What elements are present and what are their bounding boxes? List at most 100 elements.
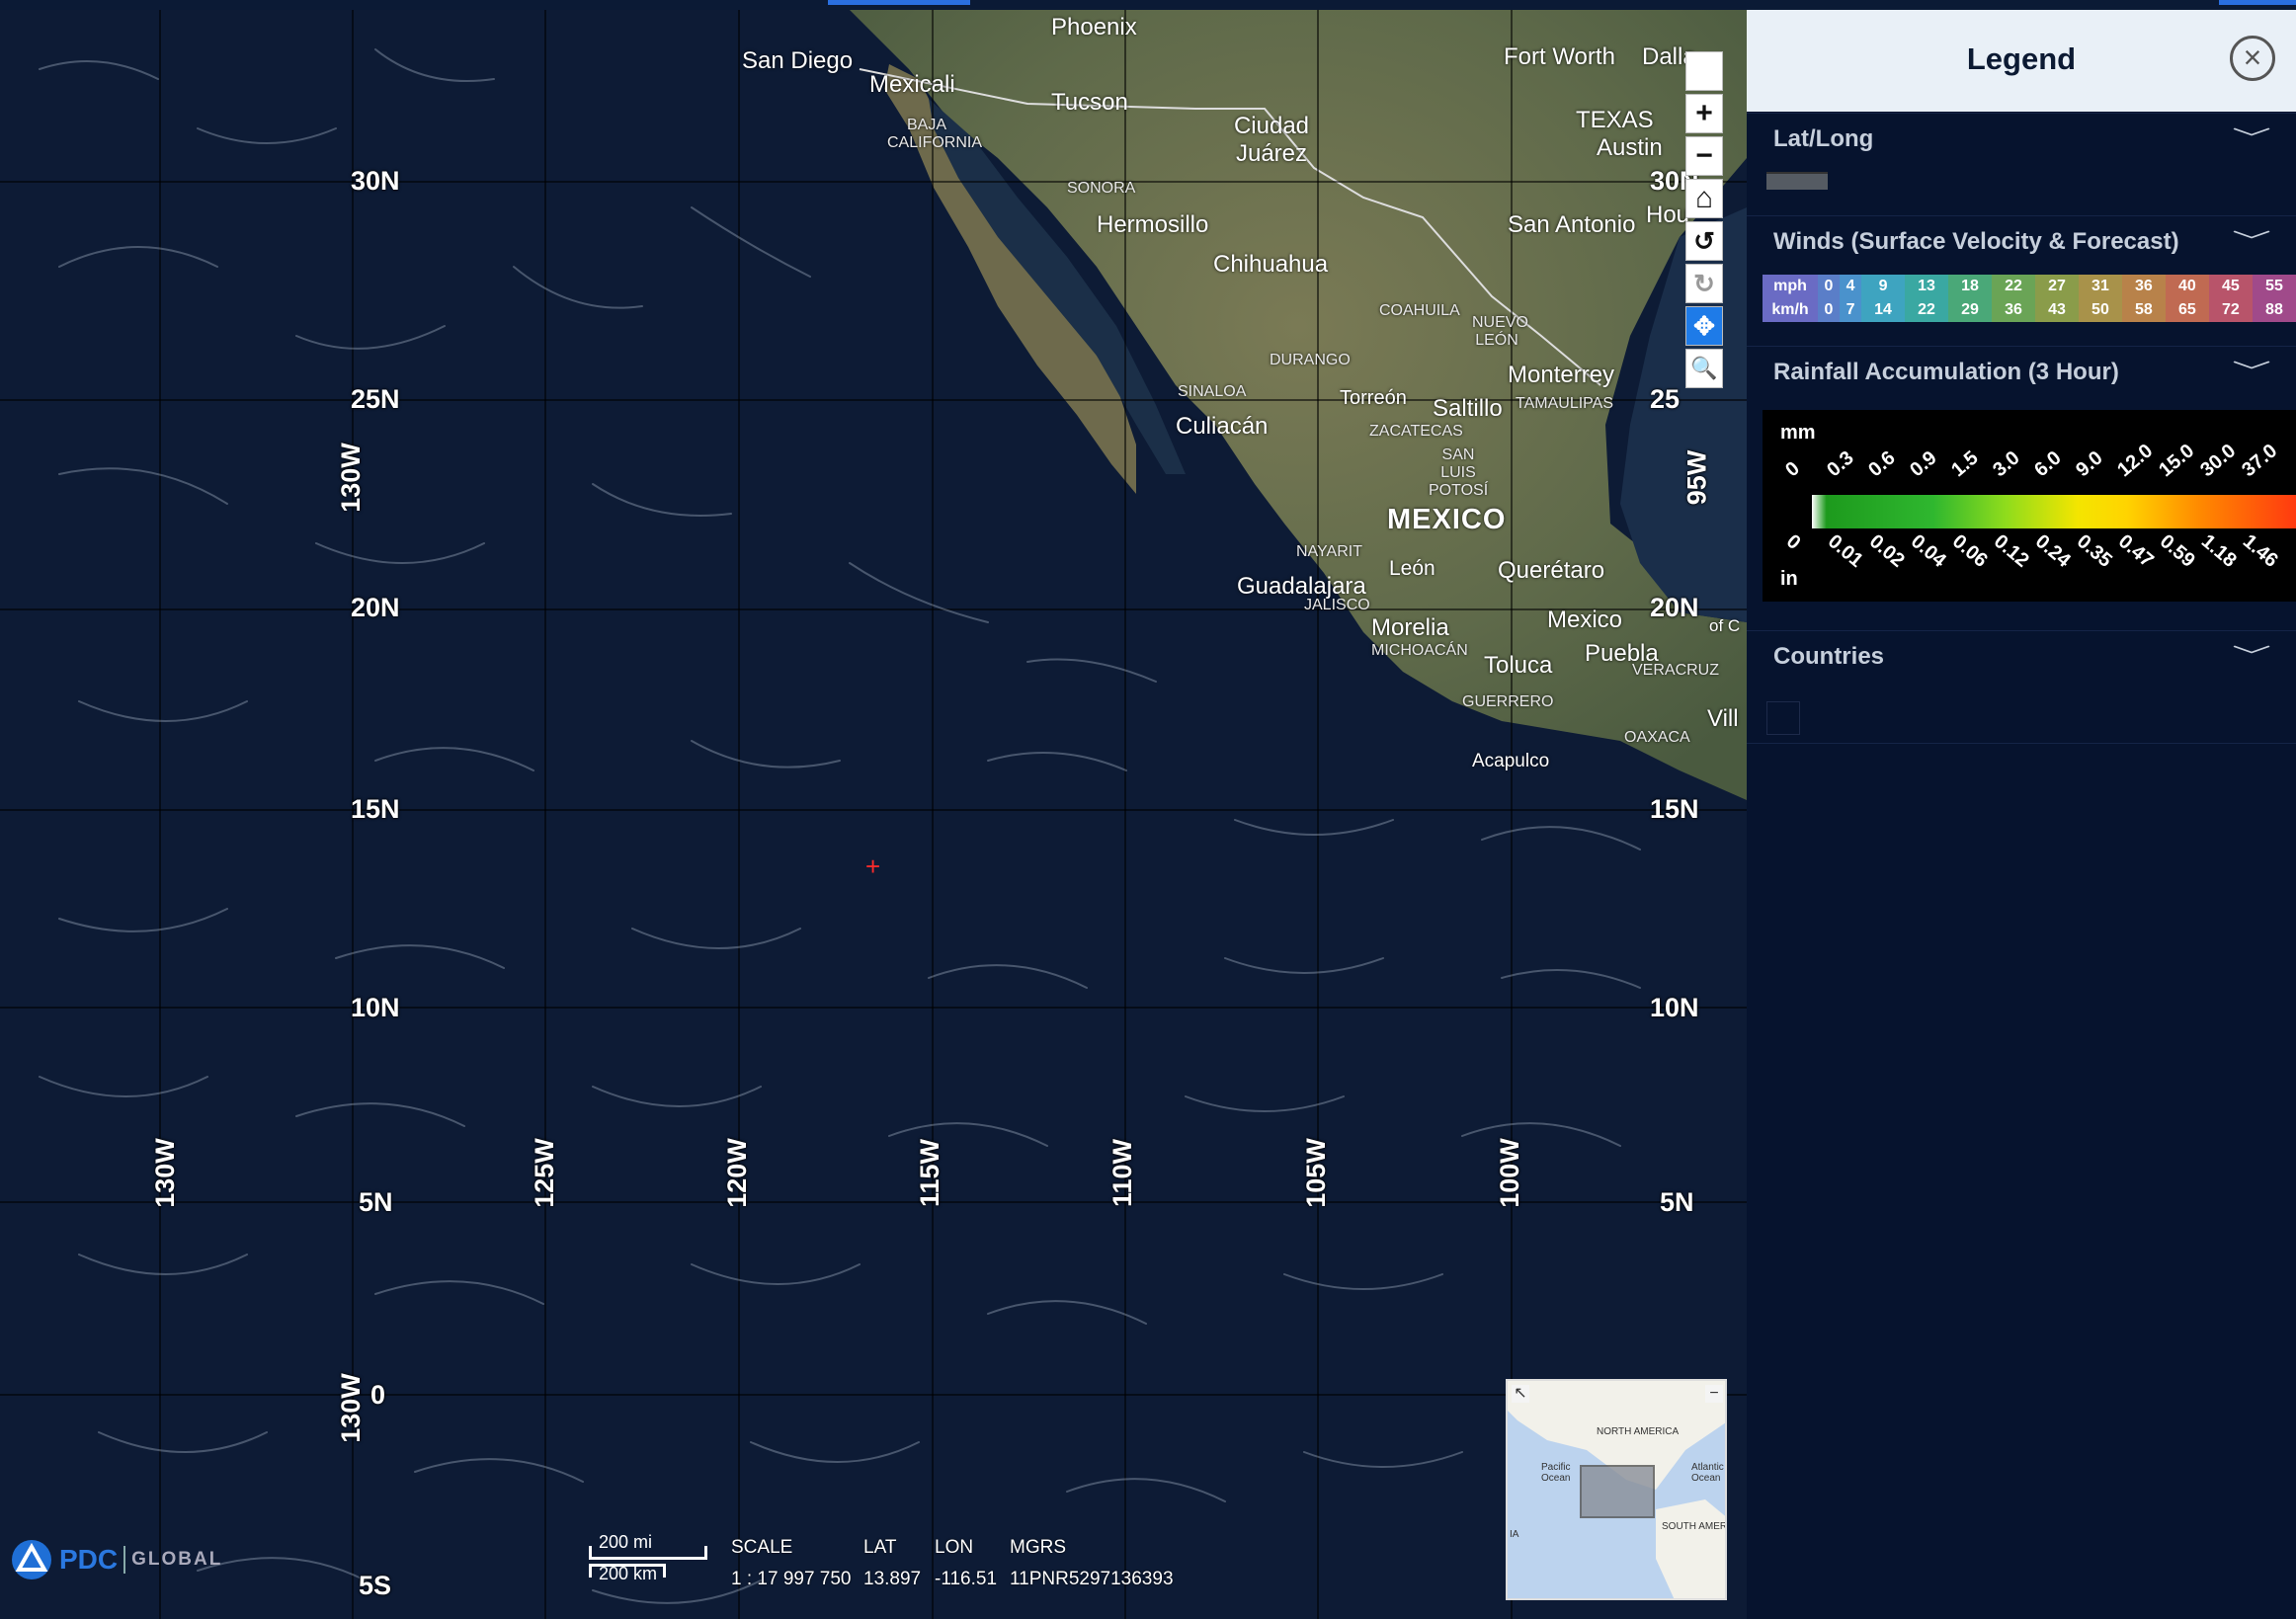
rain-tick-in: 0.06 xyxy=(1947,530,1992,572)
section-countries[interactable]: Countries ﹀ xyxy=(1747,630,2296,676)
city-label: León xyxy=(1389,557,1435,580)
wind-row-mph: mph 0 4 9 13 18 22 27 31 36 40 45 55 xyxy=(1763,275,2296,298)
city-label: Culiacán xyxy=(1176,413,1269,440)
wind-cell: 27 xyxy=(2034,275,2079,298)
lat-label: 30N xyxy=(351,166,400,196)
wind-cell: 22 xyxy=(1905,298,1948,322)
wind-cell: 4 xyxy=(1840,275,1862,298)
rain-tick-mm: 9.0 xyxy=(2072,446,2107,482)
zoom-box-icon[interactable]: 🔍 xyxy=(1685,349,1723,388)
scale-readout: SCALE 1 : 17 997 750 xyxy=(731,1537,852,1590)
chevron-down-icon[interactable]: ﹀ xyxy=(2232,639,2271,671)
lon-readout: LON -116.51 xyxy=(935,1537,997,1590)
rain-tick-mm: 0 xyxy=(1781,457,1804,482)
blank-tool-button[interactable] xyxy=(1685,51,1723,91)
mgrs-readout-value: 11PNR5297136393 xyxy=(1010,1569,1174,1589)
city-label: Vill xyxy=(1707,705,1739,732)
rain-tick-in: 1.46 xyxy=(2238,530,2282,572)
city-label: Austin xyxy=(1597,134,1663,161)
scale-readout-label: SCALE xyxy=(731,1537,793,1558)
wind-cell: 72 xyxy=(2208,298,2253,322)
city-label: Mexico xyxy=(1547,607,1623,633)
rain-tick-mm: 6.0 xyxy=(2030,446,2066,482)
wind-cell: 40 xyxy=(2165,275,2209,298)
lat-label-right: 15N xyxy=(1650,794,1699,824)
chevron-down-icon[interactable]: ﹀ xyxy=(2232,121,2271,153)
country-label: MEXICO xyxy=(1387,504,1507,535)
wind-cell: 88 xyxy=(2252,298,2296,322)
lon-label: 130W xyxy=(149,1138,180,1208)
map-toolbar: + − ⌂ ↺ ↻ ✥ 🔍 xyxy=(1685,51,1723,391)
top-bar-segment xyxy=(2219,0,2296,5)
state-label: JALISCO xyxy=(1304,597,1370,613)
lat-readout: LAT 13.897 xyxy=(863,1537,921,1590)
logo-suffix: GLOBAL xyxy=(131,1549,223,1570)
map-canvas xyxy=(0,10,1747,1619)
section-title: Rainfall Accumulation (3 Hour) xyxy=(1773,359,2119,385)
lon-label: 125W xyxy=(529,1138,559,1208)
state-label: MICHOACÁN xyxy=(1371,642,1468,659)
state-label: NAYARIT xyxy=(1296,543,1362,560)
section-title: Countries xyxy=(1773,643,1885,670)
close-icon[interactable]: × xyxy=(2230,36,2275,81)
city-label: Phoenix xyxy=(1051,14,1137,40)
wind-cell: 0 xyxy=(1818,298,1841,322)
section-latlong[interactable]: Lat/Long ﹀ xyxy=(1747,113,2296,158)
wind-cell: 36 xyxy=(2121,275,2166,298)
rain-tick-mm: 12.0 xyxy=(2113,440,2158,482)
map-view[interactable]: 30N 25N 20N 15N 10N 5N 0 5S 30N 25 20N 1… xyxy=(0,10,1747,1619)
wind-cell: 7 xyxy=(1840,298,1862,322)
rain-unit-in: in xyxy=(1780,568,1798,590)
city-label: Ciudad Juárez xyxy=(1233,113,1310,167)
state-label: OAXACA xyxy=(1624,729,1690,746)
wind-cell: 0 xyxy=(1818,275,1841,298)
rain-tick-in: 0.24 xyxy=(2030,530,2075,572)
lat-label-right: 10N xyxy=(1650,993,1699,1022)
zoom-in-button[interactable]: + xyxy=(1685,94,1723,133)
lon-readout-value: -116.51 xyxy=(935,1569,998,1589)
rain-tick-mm: 30.0 xyxy=(2196,440,2241,482)
overview-label: Atlantic Ocean xyxy=(1691,1462,1724,1484)
rain-tick-in: 0.59 xyxy=(2155,530,2199,572)
chevron-down-icon[interactable]: ﹀ xyxy=(2232,224,2271,256)
wind-cell: 29 xyxy=(1948,298,1992,322)
scale-km-label: 200 km xyxy=(599,1564,658,1583)
lon-label: 130W xyxy=(335,1373,366,1443)
lat-label-right: 5N xyxy=(1660,1187,1694,1217)
chevron-down-icon[interactable]: ﹀ xyxy=(2232,355,2271,386)
pan-icon[interactable]: ✥ xyxy=(1685,306,1723,346)
zoom-out-button[interactable]: − xyxy=(1685,136,1723,176)
latlong-swatch xyxy=(1766,172,1828,190)
city-label: Acapulco xyxy=(1472,751,1550,771)
state-label: SINALOA xyxy=(1178,383,1247,400)
scale-miles-label: 200 mi xyxy=(599,1532,653,1552)
undo-icon[interactable]: ↺ xyxy=(1685,221,1723,261)
lon-label: 130W xyxy=(335,443,366,513)
rain-tick-mm: 37.0 xyxy=(2238,440,2282,482)
city-label: Fort Worth xyxy=(1504,43,1615,70)
city-label: Hermosillo xyxy=(1097,211,1209,238)
home-icon[interactable]: ⌂ xyxy=(1685,179,1723,218)
overview-map[interactable]: ↖ − NORTH AMERICA Pacific Ocean Atlantic… xyxy=(1506,1379,1727,1600)
state-label: SAN LUIS POTOSÍ xyxy=(1429,446,1489,499)
crosshair-icon: + xyxy=(865,851,881,881)
collapse-icon[interactable]: − xyxy=(1705,1385,1723,1403)
mgrs-readout: MGRS 11PNR5297136393 xyxy=(1010,1537,1174,1590)
overview-canvas xyxy=(1508,1381,1725,1598)
lon-label: 115W xyxy=(915,1138,945,1208)
wind-unit-label: km/h xyxy=(1763,298,1818,322)
mgrs-readout-label: MGRS xyxy=(1010,1537,1066,1558)
overview-label: IA xyxy=(1510,1529,1519,1540)
redo-icon[interactable]: ↻ xyxy=(1685,264,1723,303)
wind-cell: 13 xyxy=(1905,275,1948,298)
state-label: GUERRERO xyxy=(1462,693,1554,710)
rain-legend: mm in 0 0.3 0.6 0.9 1.5 3.0 6.0 9.0 12.0 15.0 30.0… xyxy=(1763,410,2296,602)
city-label: San Diego xyxy=(742,47,854,74)
section-winds[interactable]: Winds (Surface Velocity & Forecast) ﹀ xyxy=(1747,215,2296,261)
lat-label: 25N xyxy=(351,384,400,414)
state-label: ZACATECAS xyxy=(1369,423,1463,440)
expand-icon[interactable]: ↖ xyxy=(1512,1385,1529,1403)
section-rain[interactable]: Rainfall Accumulation (3 Hour) ﹀ xyxy=(1747,346,2296,391)
state-label: TEXAS xyxy=(1576,107,1654,133)
rain-tick-in: 0.02 xyxy=(1864,530,1909,572)
